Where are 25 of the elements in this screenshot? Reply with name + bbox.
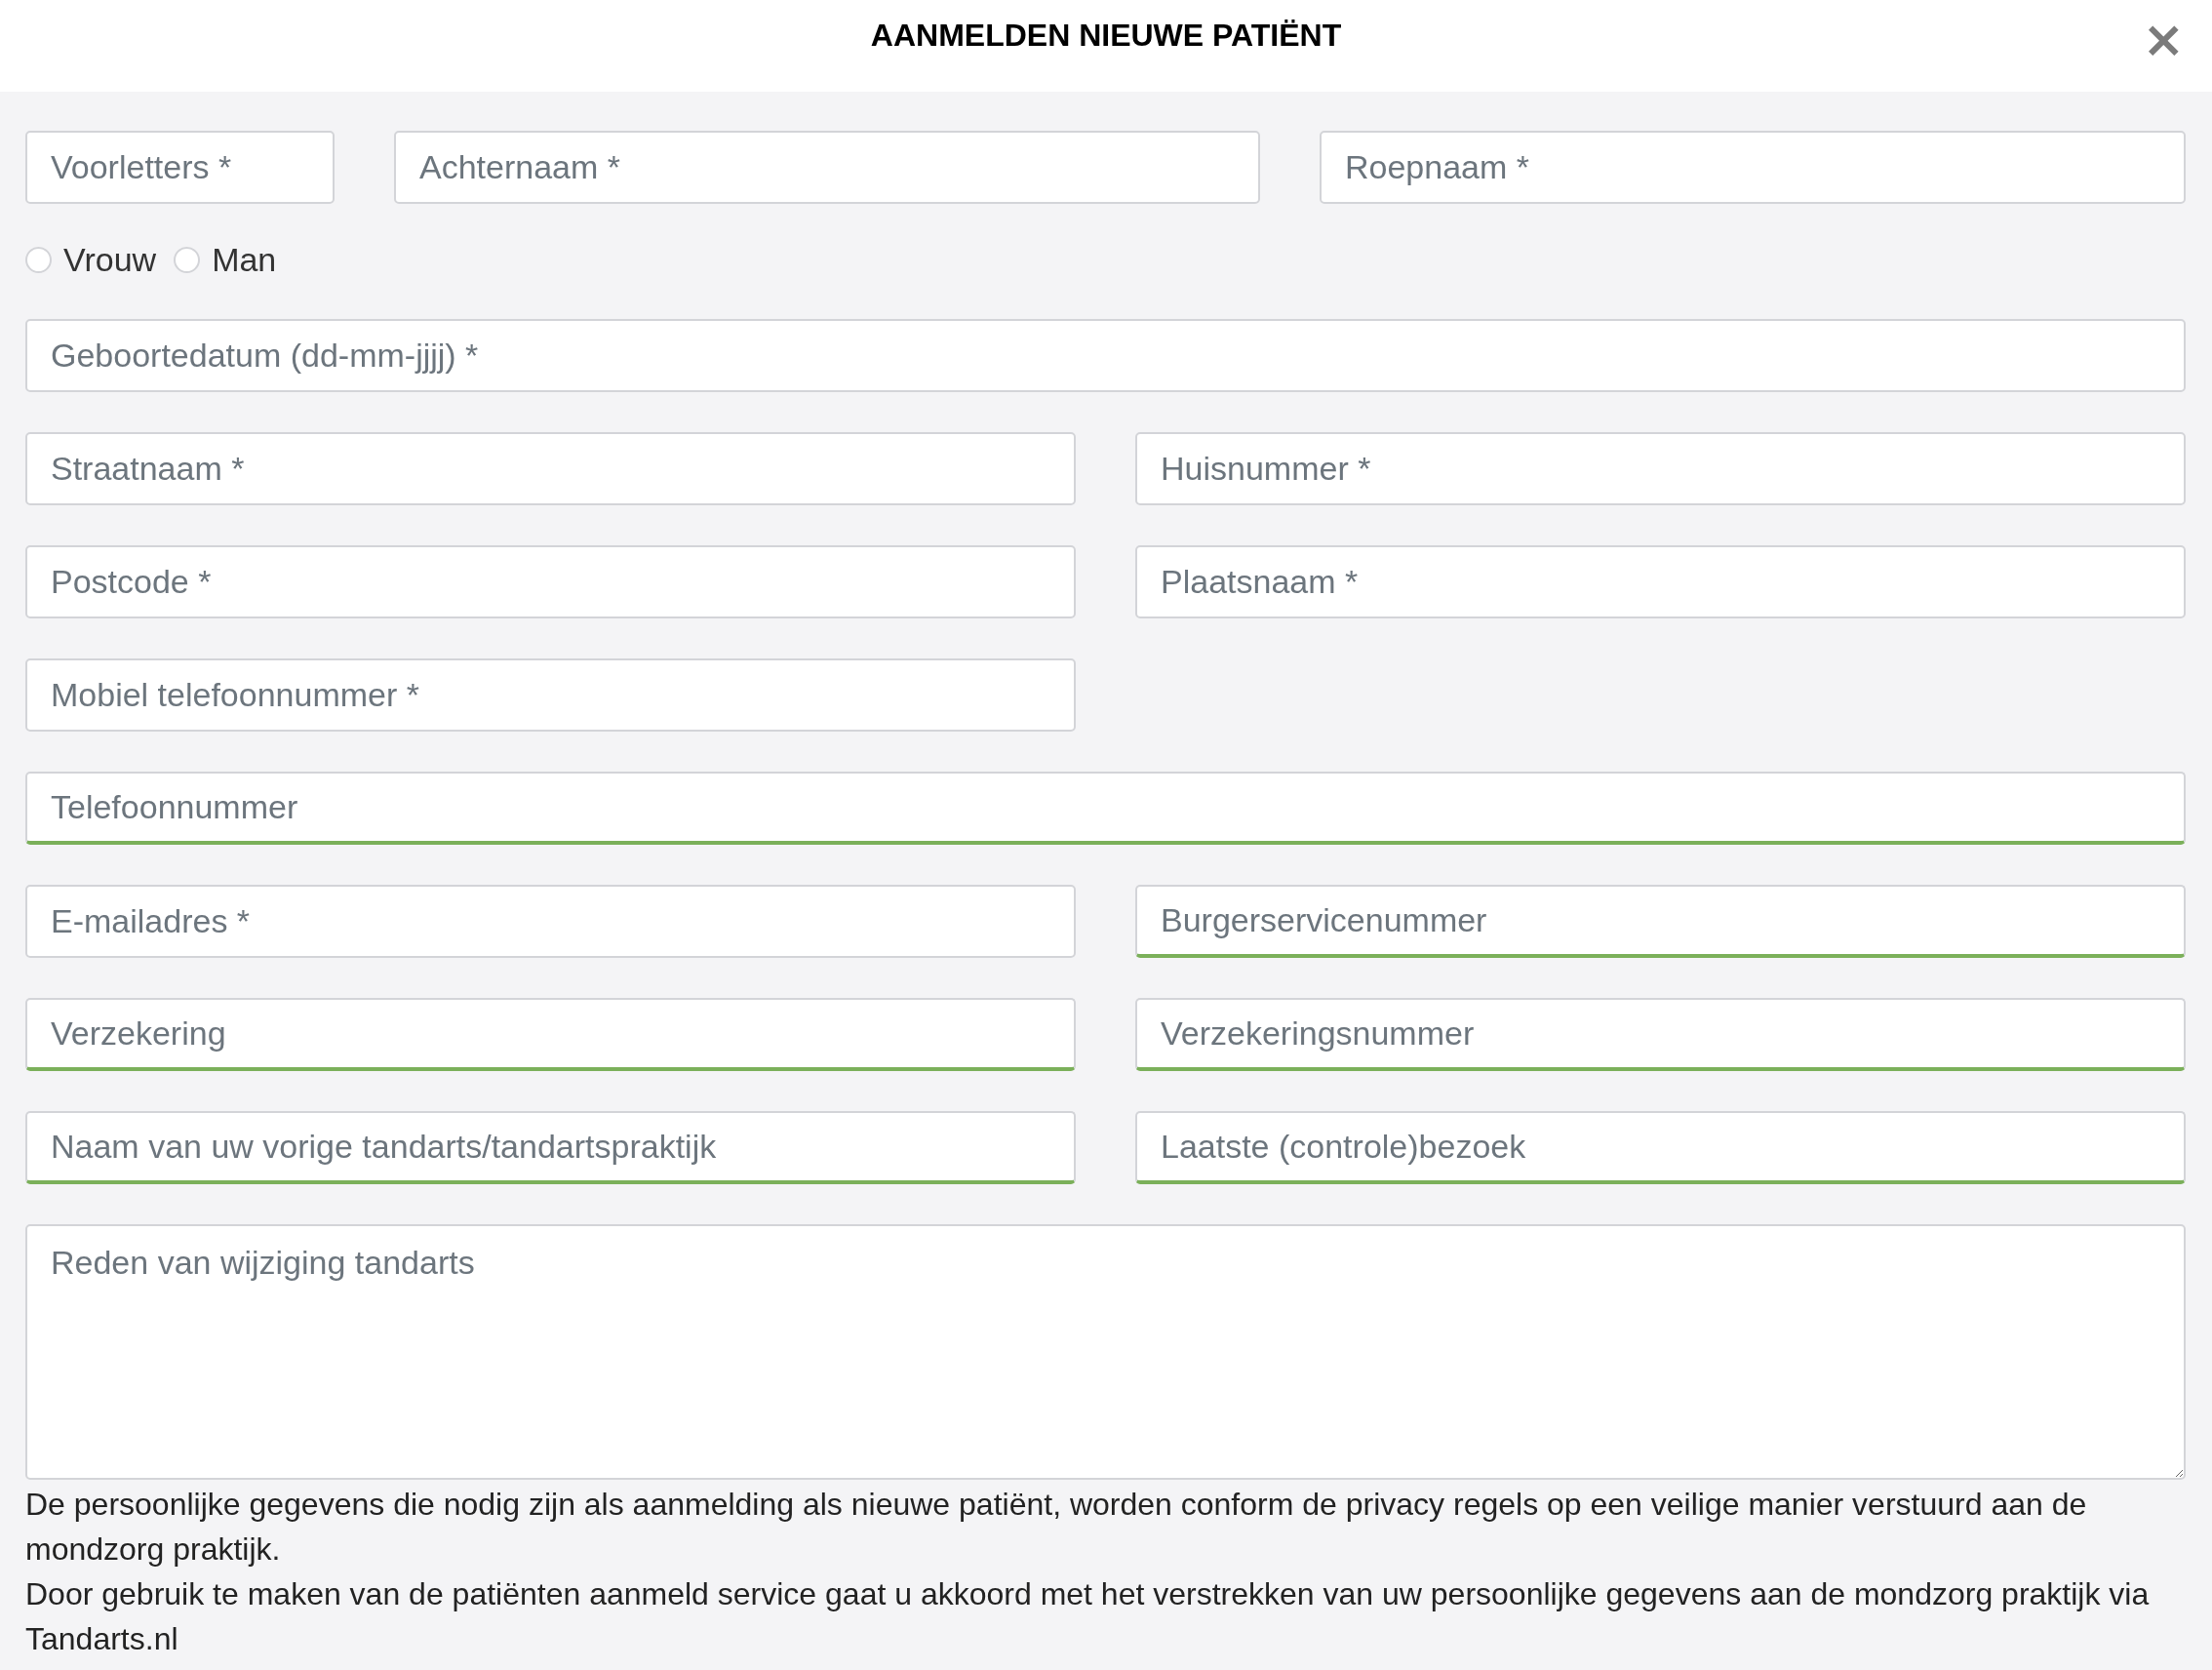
- radio-label: Vrouw: [63, 240, 157, 279]
- input-field[interactable]: Voorletters *: [25, 131, 335, 204]
- privacy-note: De persoonlijke gegevens die nodig zijn als aanmelding als nieuwe patiënt, worden conform de privacy regels op een veilige manier verstuurd aan de mondzorg praktijk.: [25, 1486, 2088, 1569]
- close-button[interactable]: ×: [2142, 21, 2185, 57]
- input-field[interactable]: Achternaam *: [394, 131, 1260, 204]
- input-field[interactable]: Plaatsnaam *: [1135, 545, 2186, 618]
- input-field[interactable]: Straatnaam *: [25, 432, 1076, 505]
- input-field[interactable]: Huisnummer *: [1135, 432, 2186, 505]
- input-field[interactable]: Verzekeringsnummer: [1135, 998, 2186, 1071]
- radio-button[interactable]: [174, 246, 201, 273]
- input-field[interactable]: Naam van uw vorige tandarts/tandartspraktijk: [25, 1111, 1076, 1184]
- input-field[interactable]: Postcode *: [25, 545, 1076, 618]
- input-field[interactable]: Verzekering: [25, 998, 1076, 1071]
- input-field[interactable]: Roepnaam *: [1320, 131, 2186, 204]
- input-field[interactable]: E-mailadres *: [25, 885, 1076, 958]
- input-field[interactable]: Burgerservicenummer: [1135, 885, 2186, 958]
- input-field[interactable]: Telefoonnummer: [25, 772, 2186, 845]
- radio-button[interactable]: [25, 246, 52, 273]
- input-field[interactable]: Laatste (controle)bezoek: [1135, 1111, 2186, 1184]
- modal-title: AANMELDEN NIEUWE PATIËNT: [870, 18, 1342, 54]
- input-field[interactable]: Geboortedatum (dd-mm-jjjj) *: [25, 319, 2186, 392]
- input-field[interactable]: Mobiel telefoonnummer *: [25, 658, 1076, 732]
- privacy-note: Door gebruik te maken van de patiënten aanmeld service gaat u akkoord met het verstrekken van uw persoonlijke gegevens aan de mondzorg praktijk via Tandarts.nl: [25, 1575, 2151, 1658]
- text-area[interactable]: Reden van wijziging tandarts: [25, 1224, 2186, 1480]
- radio-label: Man: [212, 240, 277, 279]
